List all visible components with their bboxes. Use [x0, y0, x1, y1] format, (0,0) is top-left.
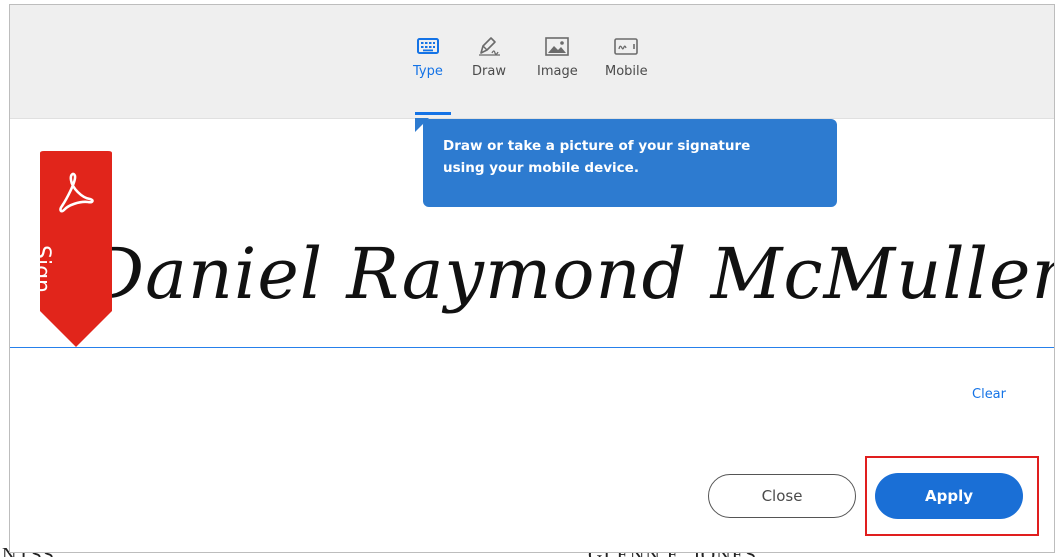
mobile-tooltip: Draw or take a picture of your signature…: [423, 119, 837, 207]
mobile-device-icon: [612, 33, 640, 59]
signature-method-tabs: Type Draw Image Mobile: [10, 5, 1054, 119]
pen-draw-icon: [475, 33, 503, 59]
image-icon: [543, 33, 571, 59]
tab-mobile[interactable]: Mobile: [605, 33, 648, 81]
signature-dialog: Type Draw Image Mobile Draw or take a pi…: [9, 4, 1055, 553]
close-button[interactable]: Close: [708, 474, 856, 518]
signature-baseline: [10, 347, 1054, 348]
tooltip-line-1: Draw or take a picture of your signature: [443, 138, 751, 154]
sign-ribbon-label: Sign: [29, 245, 54, 293]
tooltip-line-2: using your mobile device.: [443, 160, 639, 176]
clear-link[interactable]: Clear: [972, 387, 1006, 402]
tab-type-label: Type: [413, 64, 443, 79]
keyboard-icon: [414, 33, 442, 59]
active-tab-indicator: [415, 112, 451, 115]
apply-button[interactable]: Apply: [875, 473, 1023, 519]
tab-draw[interactable]: Draw: [472, 33, 506, 81]
adobe-acrobat-icon: [56, 172, 96, 216]
tab-image[interactable]: Image: [537, 33, 578, 81]
apply-button-label: Apply: [924, 487, 973, 505]
tab-type[interactable]: Type: [413, 33, 443, 81]
signature-preview: Daniel Raymond McMullen: [88, 233, 1055, 315]
screen: NTSS GLENN E. JONES: [0, 0, 1058, 557]
close-button-label: Close: [761, 487, 803, 505]
tab-mobile-label: Mobile: [605, 64, 648, 79]
tab-draw-label: Draw: [472, 64, 506, 79]
tab-image-label: Image: [537, 64, 578, 79]
